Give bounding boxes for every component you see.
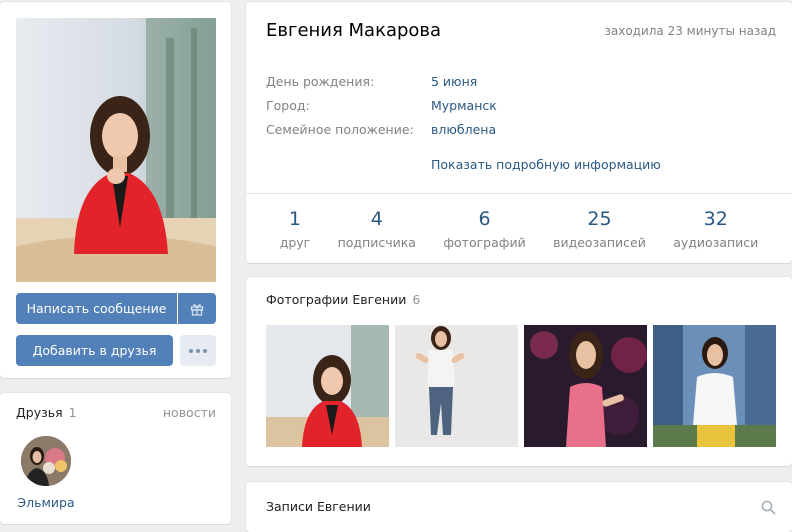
counter-number: 1	[288, 208, 301, 230]
counter-number: 4	[370, 208, 383, 230]
photo-thumbnail[interactable]	[395, 325, 518, 447]
last-seen-status: заходила 23 минуты назад	[604, 24, 776, 38]
counter-photos[interactable]: 6 фотографий	[443, 207, 525, 250]
more-dots-icon	[189, 348, 207, 353]
friend-avatar[interactable]	[21, 436, 71, 486]
add-friend-button[interactable]: Добавить в друзья	[16, 335, 173, 366]
posts-title[interactable]: Записи Евгении	[266, 499, 371, 514]
friend-name[interactable]: Эльмира	[0, 495, 92, 510]
info-label: Семейное положение:	[266, 122, 414, 137]
friends-news-link[interactable]: новости	[163, 405, 216, 420]
counter-followers[interactable]: 4 подписчика	[338, 207, 416, 250]
friends-title: Друзья	[16, 405, 63, 420]
profile-photo[interactable]	[16, 18, 216, 282]
profile-counters: 1 друг 4 подписчика 6 фотографий 25 виде…	[266, 207, 772, 250]
photos-count: 6	[412, 292, 421, 307]
counter-number: 32	[703, 208, 728, 230]
counter-label: подписчика	[337, 235, 416, 250]
write-message-label: Написать сообщение	[26, 301, 167, 316]
friends-card: Друзья 1 новости Эльмира	[0, 393, 231, 524]
add-friend-label: Добавить в друзья	[32, 343, 157, 358]
counter-label: видеозаписей	[553, 235, 646, 250]
search-icon[interactable]	[761, 500, 776, 515]
write-message-button[interactable]: Написать сообщение	[16, 293, 177, 324]
more-actions-button[interactable]	[180, 335, 216, 366]
counter-number: 25	[587, 208, 612, 230]
profile-name: Евгения Макарова	[266, 20, 442, 41]
gift-icon	[190, 303, 204, 316]
photo-thumbnail[interactable]	[653, 325, 776, 447]
friends-count: 1	[68, 405, 77, 420]
photo-thumbnail[interactable]	[266, 325, 389, 447]
photos-header[interactable]: Фотографии Евгении 6	[266, 292, 420, 307]
info-value-link[interactable]: влюблена	[431, 122, 496, 137]
counter-label: друг	[279, 235, 311, 250]
profile-info-card: Евгения Макарова заходила 23 минуты наза…	[246, 2, 792, 263]
photos-card: Фотографии Евгении 6	[246, 277, 792, 466]
photos-title: Фотографии Евгении	[266, 292, 407, 307]
counter-label: аудиозаписи	[673, 235, 759, 250]
divider	[246, 193, 792, 194]
avatar-card: Написать сообщение Добавить в друзья	[0, 2, 231, 378]
info-label: Город:	[266, 98, 310, 113]
counter-audio[interactable]: 32 аудиозаписи	[673, 207, 758, 250]
friends-header[interactable]: Друзья 1	[16, 405, 77, 420]
counter-friends[interactable]: 1 друг	[280, 207, 311, 250]
counter-label: фотографий	[443, 235, 526, 250]
posts-card: Записи Евгении	[246, 482, 792, 532]
show-details-link[interactable]: Показать подробную информацию	[431, 157, 661, 172]
info-label: День рождения:	[266, 74, 375, 89]
photo-thumbnail[interactable]	[524, 325, 647, 447]
send-gift-button[interactable]	[178, 293, 216, 324]
info-value-link[interactable]: 5 июня	[431, 74, 477, 89]
counter-videos[interactable]: 25 видеозаписей	[553, 207, 646, 250]
counter-number: 6	[478, 208, 491, 230]
info-value-link[interactable]: Мурманск	[431, 98, 497, 113]
